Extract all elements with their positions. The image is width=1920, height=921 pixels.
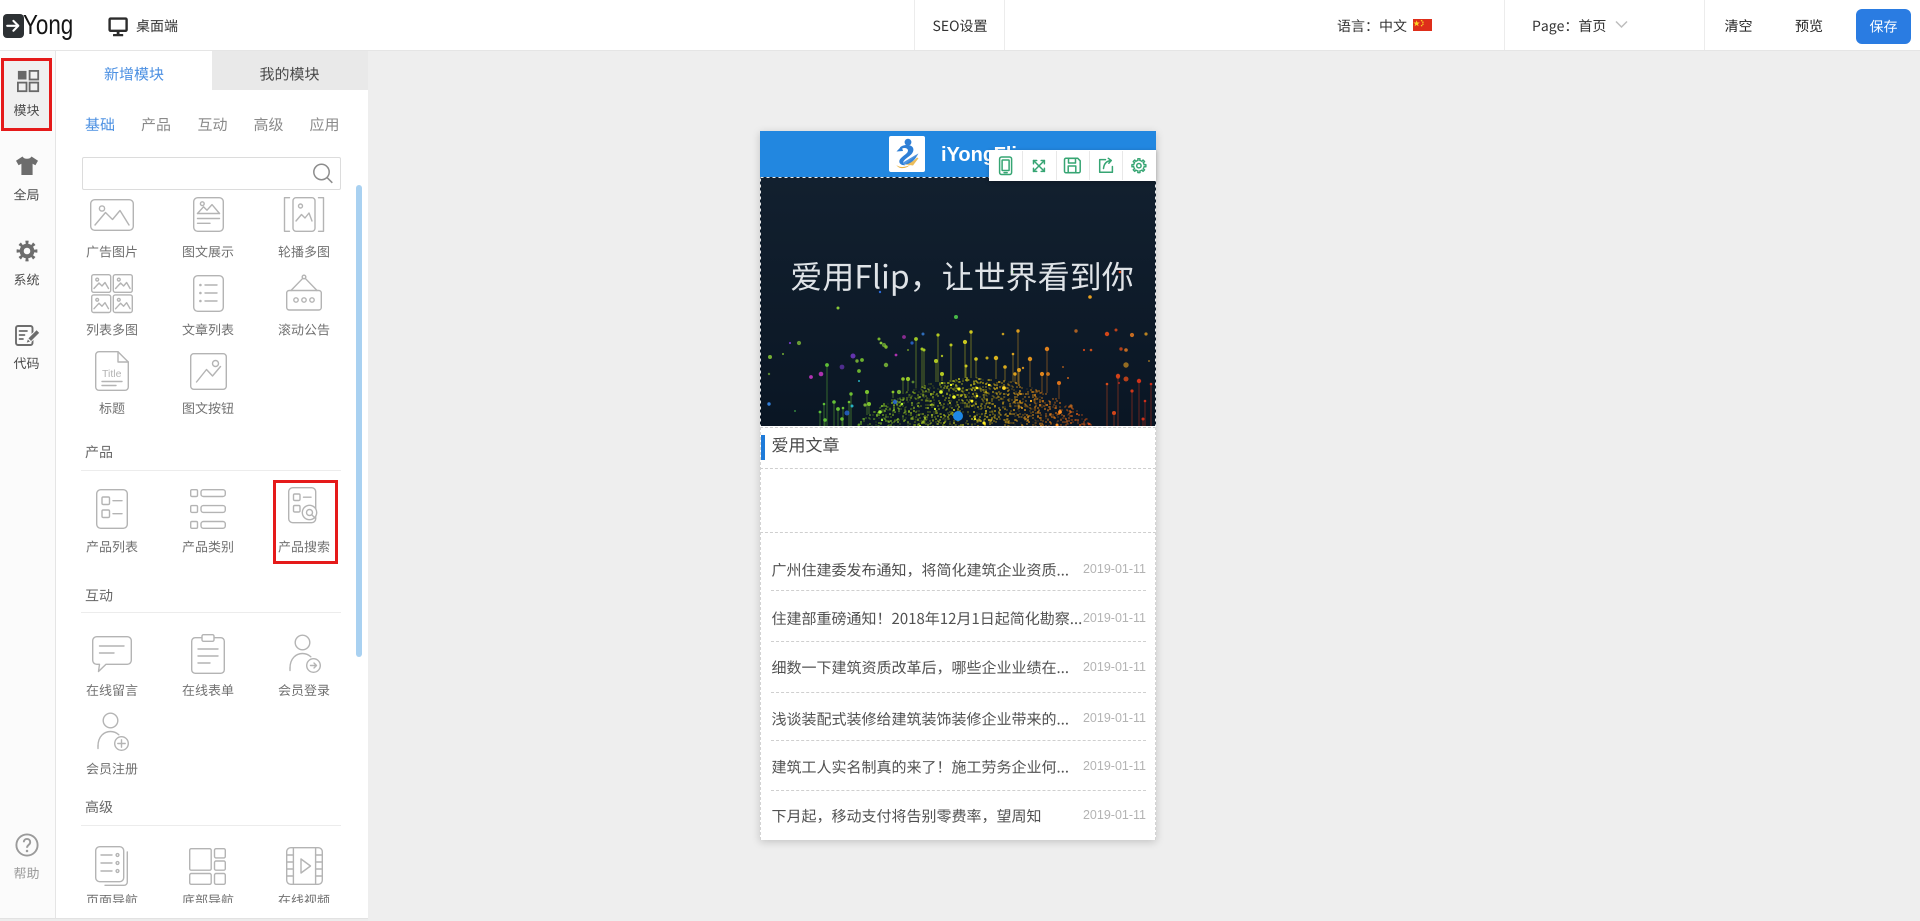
svg-text:Title: Title <box>102 368 122 380</box>
